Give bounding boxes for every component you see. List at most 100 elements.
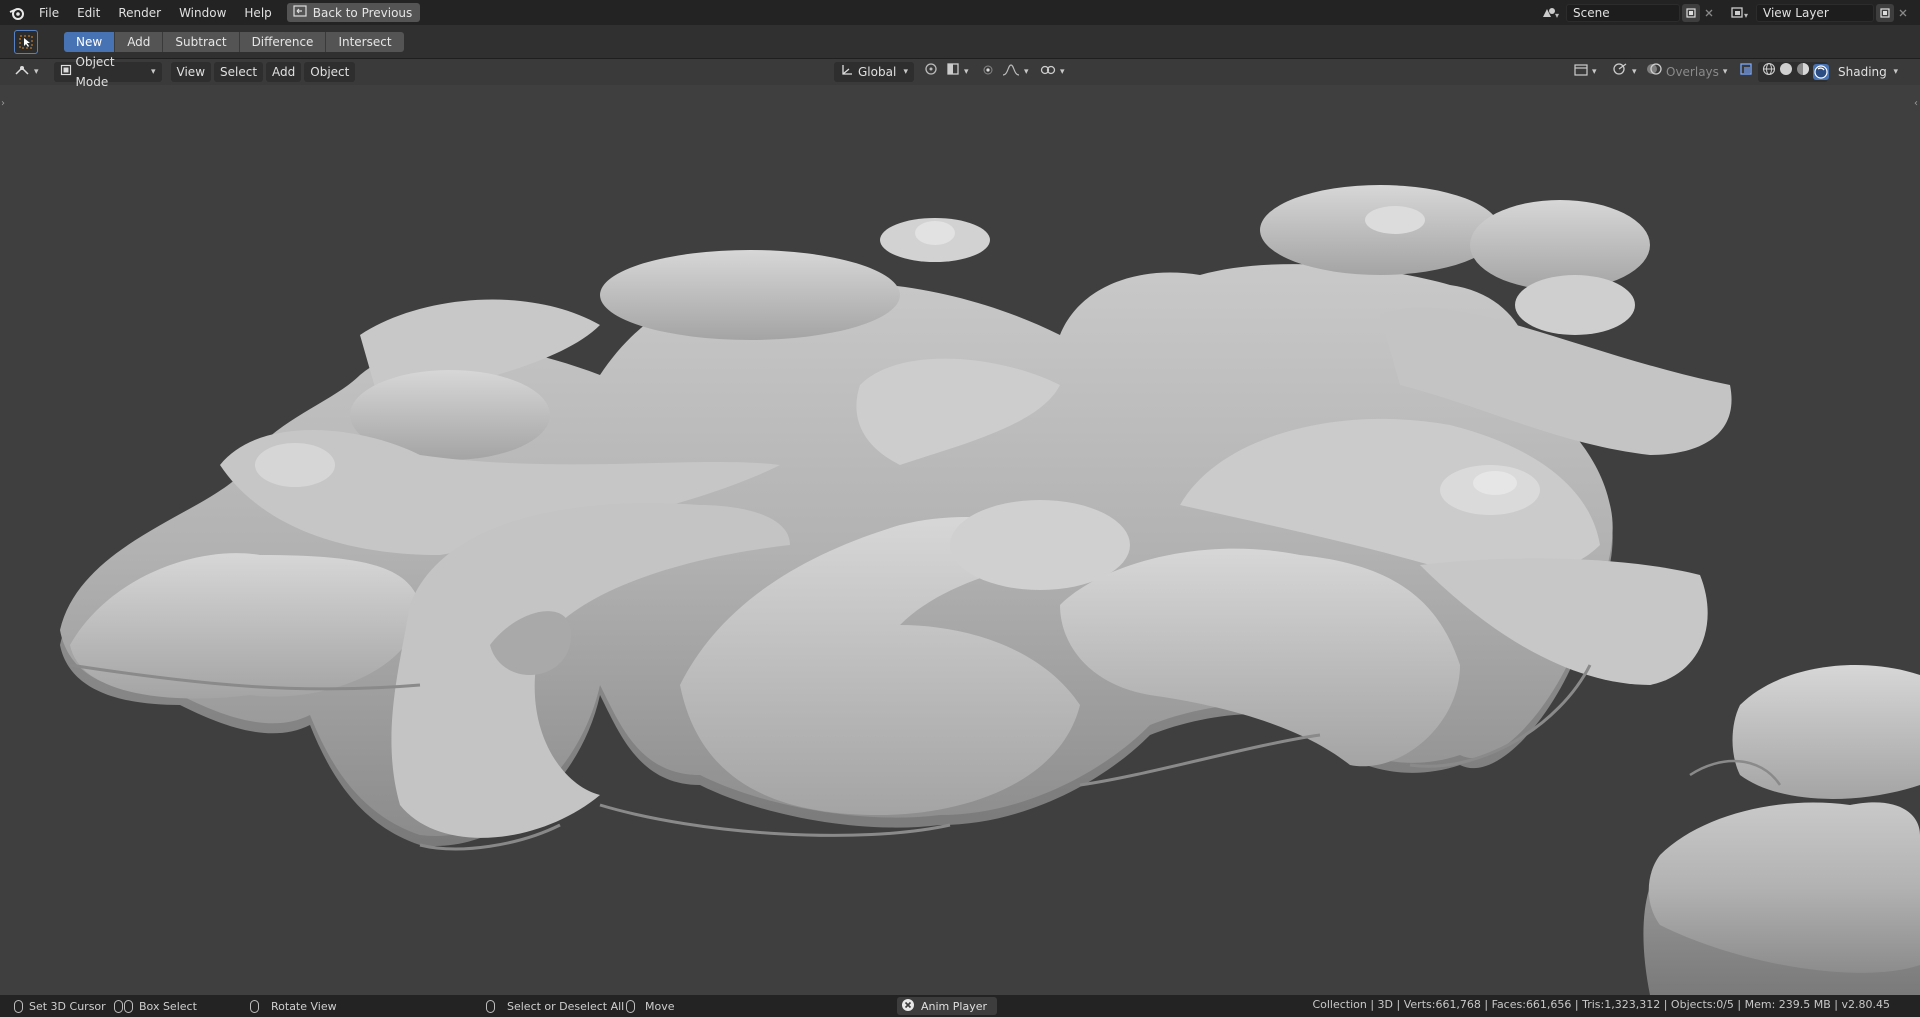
back-to-previous-label: Back to Previous [312, 5, 413, 20]
mode-new-button[interactable]: New [64, 31, 116, 52]
selection-mode-segment: New Add Subtract Difference Intersect [64, 31, 404, 52]
scene-selector-icon[interactable]: ▾ [1536, 4, 1564, 22]
menu-edit[interactable]: Edit [68, 2, 109, 24]
menu-window[interactable]: Window [170, 2, 235, 24]
new-view-layer-icon[interactable] [1876, 3, 1894, 22]
xray-toggle[interactable] [1736, 62, 1756, 82]
topbar-right: ▾ Scene ▾ View Layer [1536, 0, 1920, 25]
ornament-mesh-render [60, 185, 1920, 995]
menu-add[interactable]: Add [266, 62, 302, 82]
menu-help[interactable]: Help [235, 2, 280, 24]
view-object-types-dropdown[interactable]: ▾ [1568, 62, 1603, 82]
scene-name-value: Scene [1573, 5, 1610, 20]
select-box-tool-icon[interactable] [14, 29, 38, 54]
svg-text:▾: ▾ [1555, 11, 1559, 20]
orientation-label: Global [858, 65, 897, 79]
editor-type-selector[interactable]: ▾ [8, 62, 45, 82]
chevron-down-icon: ▾ [1060, 67, 1065, 77]
main-menu: File Edit Render Window Help [30, 2, 281, 24]
filter-icon [1574, 62, 1588, 82]
mode-add-button[interactable]: Add [115, 31, 164, 52]
chevron-down-icon: ▾ [1024, 67, 1029, 77]
snap-dropdown[interactable]: ▾ [940, 62, 975, 82]
mouse-right-icon [486, 999, 495, 1013]
hint-set-cursor: Set 3D Cursor [14, 998, 106, 1014]
viewport-editor-icon [14, 62, 30, 82]
right-region-toggle-icon[interactable]: ‹ [1914, 98, 1918, 109]
menu-select[interactable]: Select [214, 62, 264, 82]
top-bar: File Edit Render Window Help Back to Pre… [0, 0, 1920, 25]
axis-gizmo-icon [840, 62, 854, 82]
mode-difference-button[interactable]: Difference [239, 31, 327, 52]
mode-intersect-button[interactable]: Intersect [326, 31, 404, 52]
proportional-edit-icon [982, 62, 994, 82]
delete-view-layer-icon[interactable] [1894, 4, 1912, 22]
left-region-toggle-icon[interactable]: › [1, 98, 5, 109]
3d-viewport[interactable] [0, 85, 1920, 995]
gizmo-dropdown[interactable]: ▾ [1034, 62, 1071, 82]
back-to-previous-button[interactable]: Back to Previous [286, 3, 421, 22]
overlays-icon [1646, 61, 1662, 83]
mode-subtract-button[interactable]: Subtract [163, 31, 240, 52]
overlays-dropdown[interactable]: Overlays ▾ [1640, 62, 1730, 82]
hint-box-select: Box Select [114, 998, 197, 1014]
chevron-down-icon: ▾ [1632, 67, 1637, 77]
tool-settings-header: New Add Subtract Difference Intersect [0, 25, 1920, 59]
transform-orientation-dropdown[interactable]: Global ▾ [834, 62, 914, 82]
rendered-shading-icon[interactable] [1813, 64, 1829, 80]
hint-rotate-view-label: Rotate View [271, 999, 337, 1013]
pivot-icon [924, 62, 938, 82]
anim-player-label: Anim Player [921, 999, 987, 1013]
wireframe-shading-icon[interactable] [1762, 62, 1776, 82]
gizmo-visibility-dropdown[interactable]: ▾ [1606, 62, 1643, 82]
shading-dropdown[interactable]: Shading ▾ [1832, 62, 1904, 82]
hint-set-cursor-label: Set 3D Cursor [29, 999, 106, 1013]
close-circle-icon[interactable] [901, 998, 915, 1015]
menu-object[interactable]: Object [304, 62, 356, 82]
menu-file[interactable]: File [30, 2, 68, 24]
screen-back-icon [293, 5, 307, 20]
chevron-down-icon: ▾ [1722, 67, 1728, 77]
object-mode-dropdown[interactable]: Object Mode ▾ [53, 55, 162, 89]
hint-move-label: Move [645, 999, 675, 1013]
anim-player-button[interactable]: Anim Player [897, 997, 997, 1015]
view-layer-field[interactable]: View Layer [1756, 3, 1874, 22]
hint-box-select-label: Box Select [139, 999, 197, 1013]
chevron-down-icon: ▾ [34, 67, 39, 77]
shading-label: Shading [1838, 65, 1887, 79]
new-scene-icon[interactable] [1682, 3, 1700, 22]
scene-statistics: Collection | 3D | Verts:661,768 | Faces:… [1312, 998, 1890, 1011]
xray-icon [1739, 62, 1753, 82]
mouse-drag-right-icon [626, 999, 635, 1013]
overlays-label: Overlays [1666, 65, 1719, 79]
viewport-header: ▾ Object Mode ▾ View Select Add Object G… [0, 55, 1920, 89]
scene-name-field[interactable]: Scene [1566, 3, 1680, 22]
hint-select-all: Select or Deselect All [486, 998, 624, 1014]
blender-logo-icon[interactable] [4, 0, 30, 25]
link-icon [1040, 62, 1056, 82]
menu-view[interactable]: View [170, 62, 212, 82]
menu-render[interactable]: Render [109, 2, 170, 24]
hint-rotate-view: Rotate View [250, 998, 337, 1014]
view-layer-value: View Layer [1763, 5, 1829, 20]
chevron-down-icon: ▾ [903, 67, 908, 77]
view-layer-selector-icon[interactable]: ▾ [1726, 4, 1754, 22]
svg-text:▾: ▾ [1744, 11, 1748, 20]
delete-scene-icon[interactable] [1700, 4, 1718, 22]
object-mode-icon [60, 62, 72, 82]
chevron-down-icon: ▾ [151, 67, 156, 77]
shading-mode-group [1758, 62, 1829, 82]
hint-move: Move [626, 998, 675, 1014]
status-bar: Set 3D Cursor Box Select Rotate View Sel… [0, 995, 1920, 1017]
mouse-drag-icon [114, 999, 133, 1013]
material-shading-icon[interactable] [1796, 62, 1810, 82]
mouse-middle-icon [250, 999, 259, 1013]
falloff-curve-icon [1002, 62, 1020, 82]
snap-magnet-icon [946, 62, 960, 82]
object-mode-label: Object Mode [75, 55, 115, 89]
chevron-down-icon: ▾ [1592, 67, 1597, 77]
falloff-dropdown[interactable]: ▾ [996, 62, 1035, 82]
solid-shading-icon[interactable] [1779, 62, 1793, 82]
gizmo-icon [1612, 62, 1628, 82]
mouse-left-icon [14, 999, 23, 1013]
